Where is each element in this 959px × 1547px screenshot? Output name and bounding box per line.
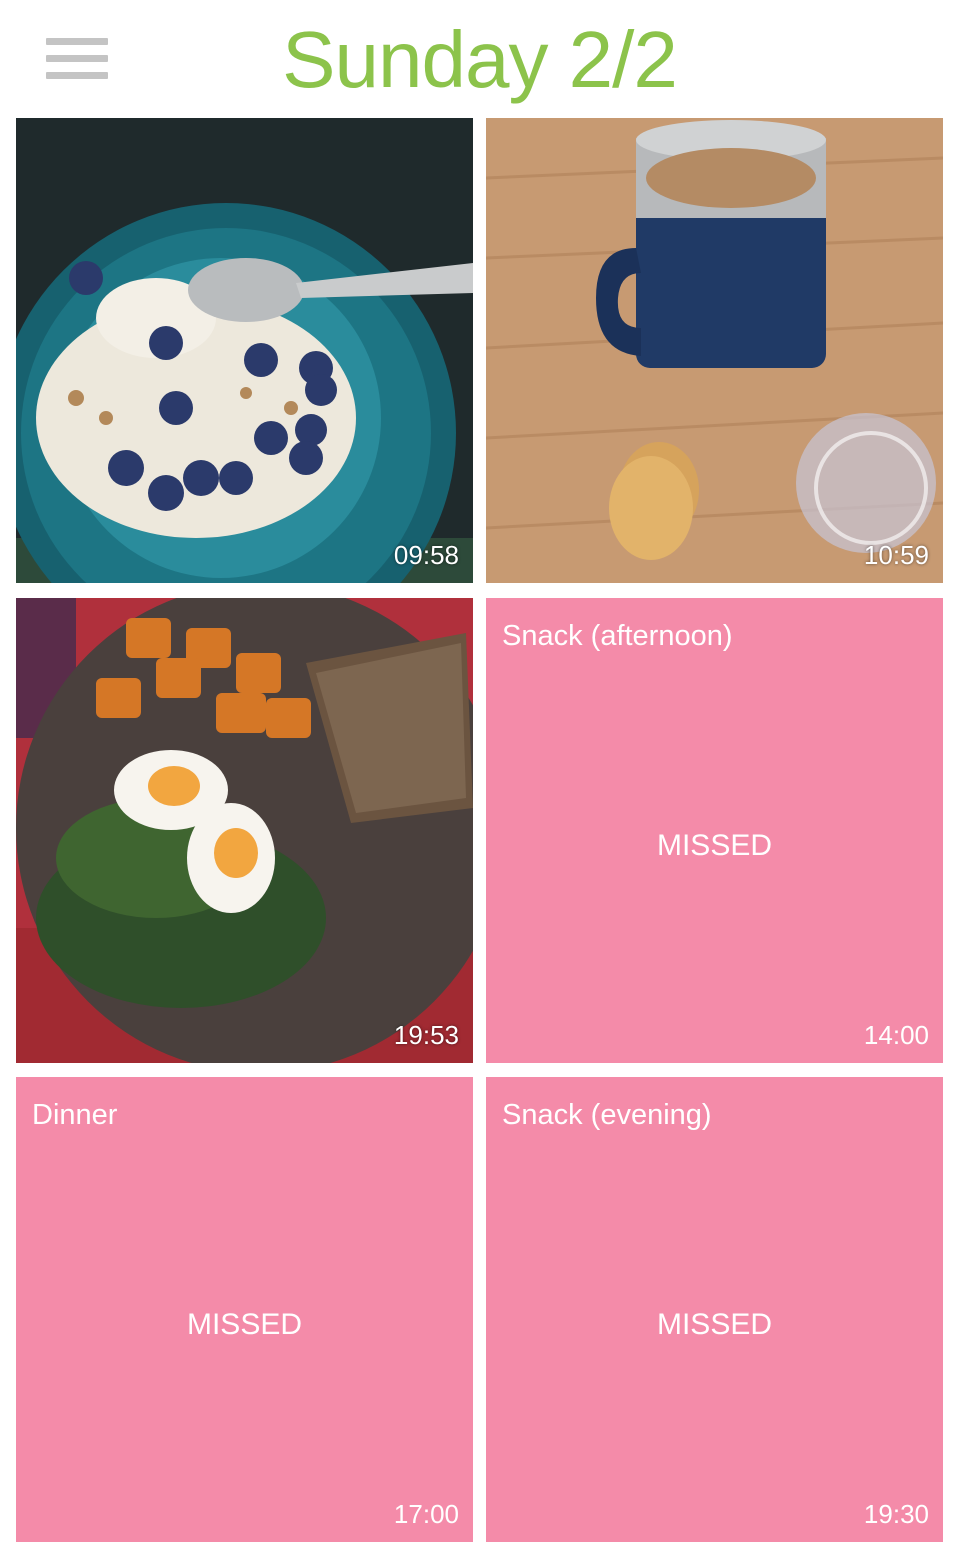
yogurt-bowl-photo [16, 118, 473, 583]
coffee-mug-photo [486, 118, 943, 583]
meal-time: 17:00 [393, 1499, 459, 1529]
missed-meal-tile-evening-snack[interactable]: Snack (evening) MISSED 19:30 [486, 1077, 943, 1542]
missed-status: MISSED [656, 829, 773, 862]
meal-label: Snack (evening) [502, 1099, 712, 1131]
meal-label: Snack (afternoon) [502, 620, 733, 652]
app-header: Sunday 2/2 [0, 0, 959, 118]
meal-time: 19:53 [393, 1020, 459, 1050]
meal-label: Dinner [32, 1099, 118, 1131]
meal-time: 09:58 [393, 540, 459, 570]
meal-photo-tile-breakfast[interactable]: 09:58 [16, 118, 473, 583]
missed-status: MISSED [656, 1308, 773, 1341]
meal-time: 10:59 [863, 540, 929, 570]
meal-time: 14:00 [863, 1020, 929, 1050]
salad-plate-photo [16, 598, 473, 1063]
page-title: Sunday 2/2 [282, 15, 678, 104]
meal-time: 19:30 [863, 1499, 929, 1529]
missed-meal-tile-afternoon-snack[interactable]: Snack (afternoon) MISSED 14:00 [486, 598, 943, 1063]
missed-meal-tile-dinner[interactable]: Dinner MISSED 17:00 [16, 1077, 473, 1542]
meal-photo-tile-morning-snack[interactable]: 10:59 [486, 118, 943, 583]
meal-photo-tile-lunch[interactable]: 19:53 [16, 598, 473, 1063]
missed-status: MISSED [186, 1308, 303, 1341]
